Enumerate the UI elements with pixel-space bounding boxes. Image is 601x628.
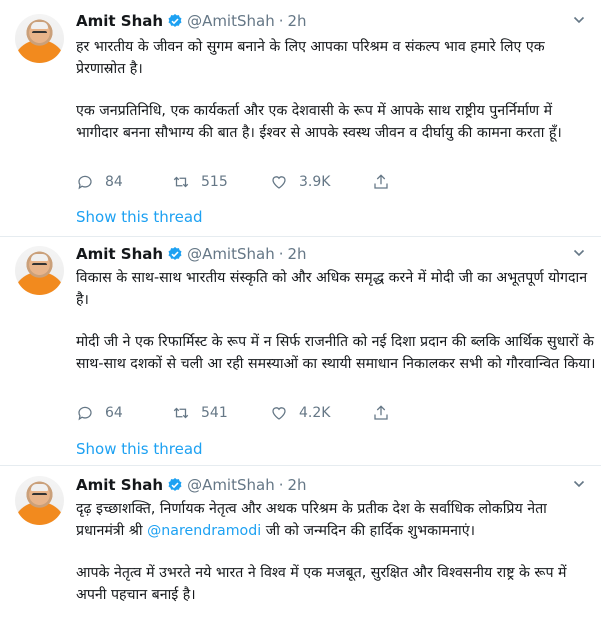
verified-icon — [168, 247, 182, 260]
chevron-down-icon[interactable] — [573, 478, 585, 490]
like-icon — [272, 176, 286, 189]
author-handle[interactable]: @AmitShah — [187, 245, 275, 263]
author-name[interactable]: Amit Shah — [76, 245, 163, 263]
retweet-button[interactable]: 515 — [172, 173, 270, 191]
author-name[interactable]: Amit Shah — [76, 476, 163, 494]
retweet-button[interactable]: 541 — [172, 404, 270, 422]
author-name[interactable]: Amit Shah — [76, 12, 163, 30]
timeline: Amit Shah @AmitShah · 2h हर भारतीय के जी… — [0, 0, 601, 628]
tweet[interactable]: Amit Shah @AmitShah · 2h विकास के साथ-सा… — [0, 237, 601, 466]
tweet-actions: 64 541 4.2K — [76, 402, 390, 424]
tweet-text: दृढ़ इच्छाशक्ति, निर्णायक नेतृत्व और अथक… — [76, 498, 596, 606]
retweet-icon — [173, 407, 189, 419]
tweet[interactable]: Amit Shah @AmitShah · 2h हर भारतीय के जी… — [0, 0, 601, 237]
mention-link[interactable]: @narendramodi — [147, 523, 261, 539]
tweet-text: विकास के साथ-साथ भारतीय संस्कृति को और अ… — [76, 267, 596, 375]
timestamp[interactable]: 2h — [288, 476, 307, 494]
verified-icon — [168, 14, 182, 27]
timestamp[interactable]: 2h — [288, 245, 307, 263]
separator: · — [278, 476, 284, 494]
share-button[interactable] — [372, 173, 390, 191]
tweet-header: Amit Shah @AmitShah · 2h — [76, 10, 307, 32]
tweet-header: Amit Shah @AmitShah · 2h — [76, 243, 307, 265]
like-button[interactable]: 4.2K — [270, 404, 372, 422]
retweet-count: 515 — [201, 174, 228, 190]
separator: · — [278, 12, 284, 30]
reply-button[interactable]: 64 — [76, 404, 172, 422]
like-button[interactable]: 3.9K — [270, 173, 372, 191]
chevron-down-icon[interactable] — [573, 14, 585, 26]
retweet-count: 541 — [201, 405, 228, 421]
show-thread-link[interactable]: Show this thread — [76, 208, 203, 226]
reply-icon — [78, 406, 92, 421]
tweet-actions: 84 515 3.9K — [76, 171, 390, 193]
tweet-header: Amit Shah @AmitShah · 2h — [76, 474, 307, 496]
tweet-paragraph: एक जनप्रतिनिधि, एक कार्यकर्ता और एक देशव… — [76, 103, 562, 141]
reply-count: 64 — [105, 405, 123, 421]
avatar[interactable] — [15, 14, 64, 63]
reply-count: 84 — [105, 174, 123, 190]
retweet-icon — [173, 176, 189, 188]
share-icon — [374, 405, 388, 420]
avatar[interactable] — [15, 476, 64, 525]
tweet[interactable]: Amit Shah @AmitShah · 2h दृढ़ इच्छाशक्ति… — [0, 466, 601, 628]
tweet-paragraph: विकास के साथ-साथ भारतीय संस्कृति को और अ… — [76, 270, 588, 308]
tweet-text-segment: जी को जन्मदिन की हार्दिक शुभकामनाएं। — [261, 523, 475, 539]
tweet-paragraph: आपके नेतृत्व में उभरते नये भारत ने विश्व… — [76, 565, 567, 603]
share-icon — [374, 174, 388, 189]
author-handle[interactable]: @AmitShah — [187, 12, 275, 30]
share-button[interactable] — [372, 404, 390, 422]
avatar[interactable] — [15, 246, 64, 295]
author-handle[interactable]: @AmitShah — [187, 476, 275, 494]
chevron-down-icon[interactable] — [573, 247, 585, 259]
tweet-text: हर भारतीय के जीवन को सुगम बनाने के लिए आ… — [76, 36, 596, 144]
reply-button[interactable]: 84 — [76, 173, 172, 191]
show-thread-link[interactable]: Show this thread — [76, 440, 203, 458]
reply-icon — [78, 175, 92, 190]
tweet-paragraph: हर भारतीय के जीवन को सुगम बनाने के लिए आ… — [76, 39, 545, 77]
separator: · — [278, 245, 284, 263]
like-count: 4.2K — [299, 405, 331, 421]
verified-icon — [168, 478, 182, 491]
timestamp[interactable]: 2h — [288, 12, 307, 30]
like-count: 3.9K — [299, 174, 331, 190]
tweet-paragraph: दृढ़ इच्छाशक्ति, निर्णायक नेतृत्व और अथक… — [76, 498, 596, 542]
like-icon — [272, 407, 286, 420]
tweet-paragraph: मोदी जी ने एक रिफार्मिस्ट के रूप में न स… — [76, 334, 596, 372]
